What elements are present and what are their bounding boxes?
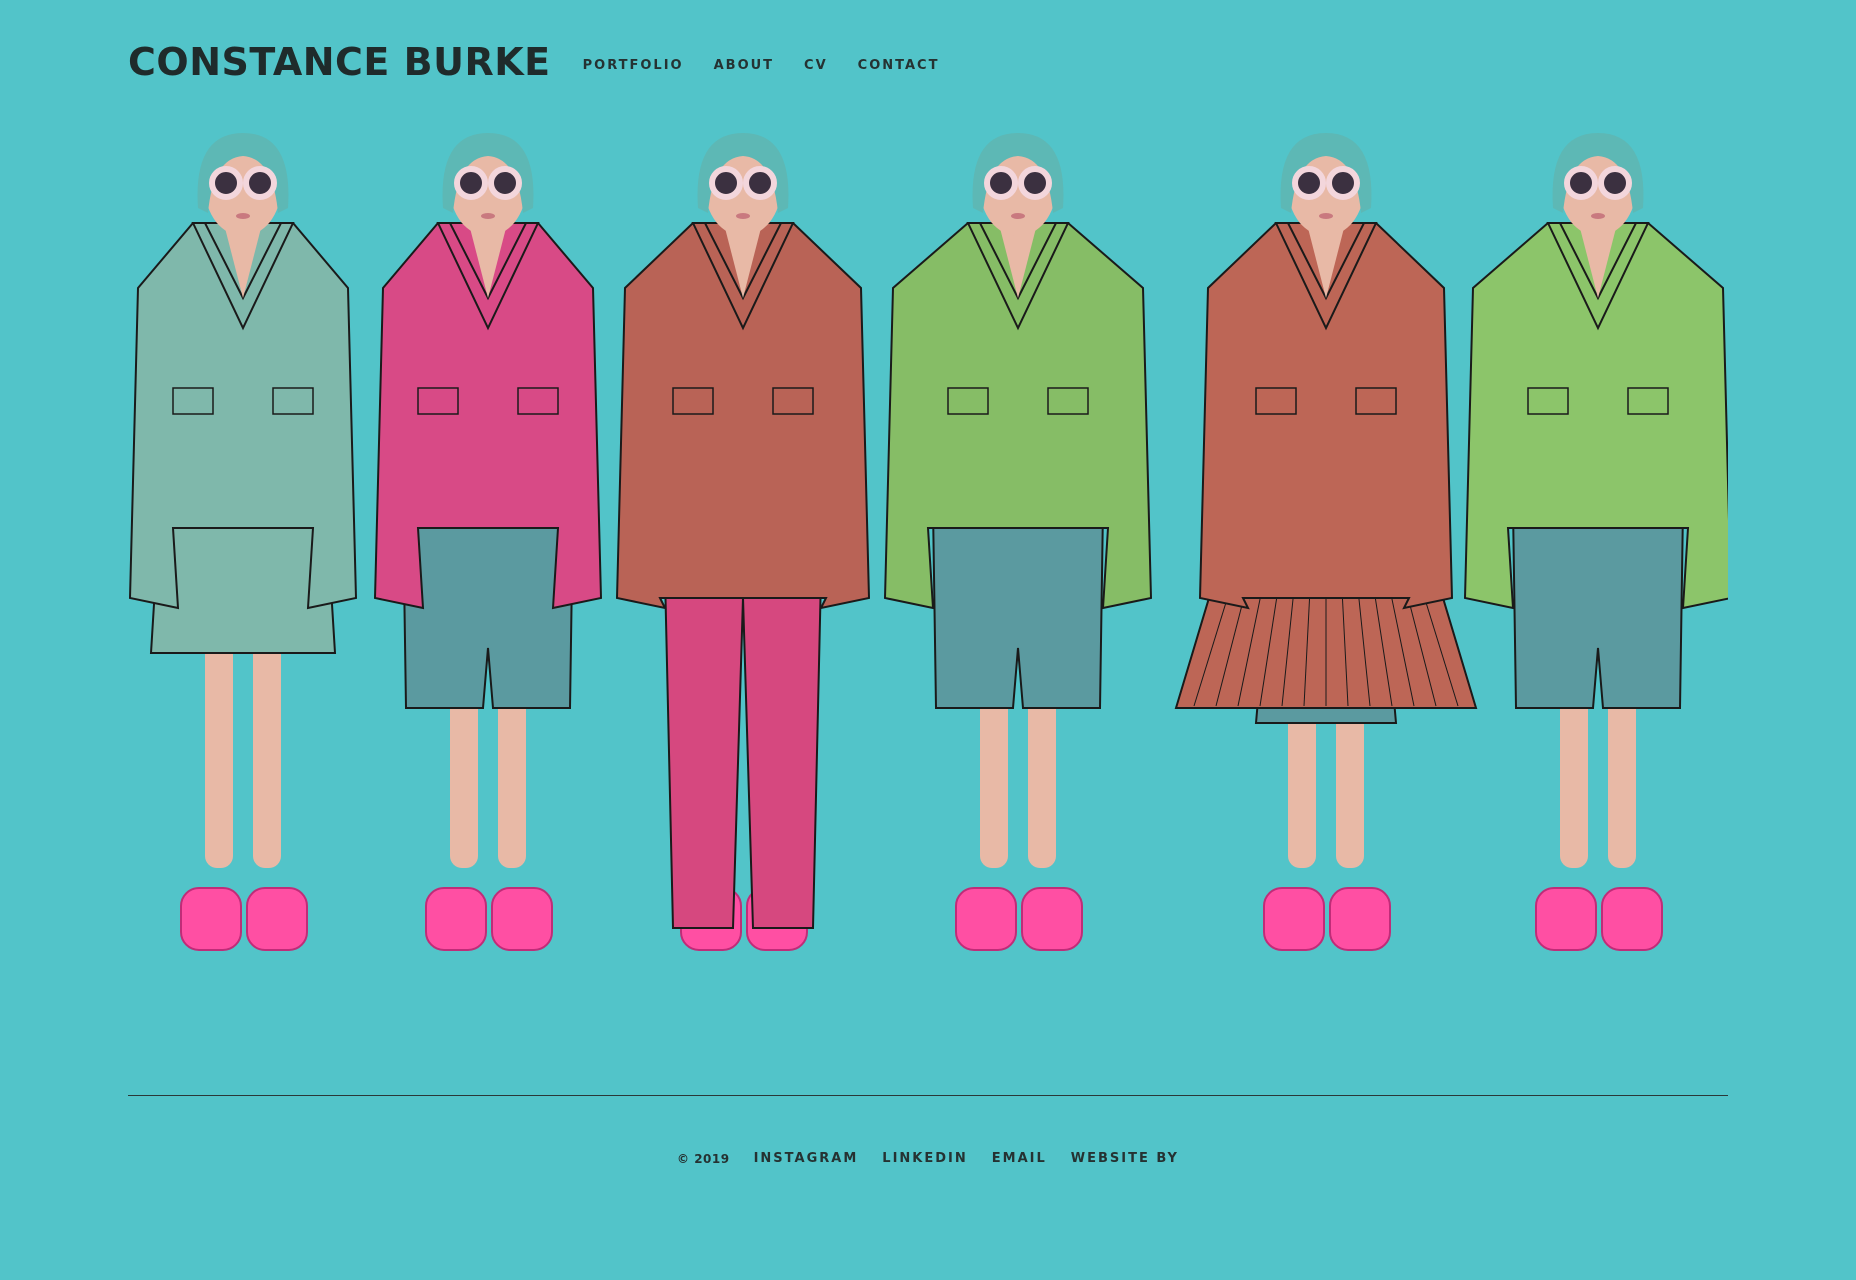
nav-cv[interactable]: CV [804, 58, 828, 73]
footer-link-email[interactable]: EMAIL [992, 1151, 1047, 1166]
nav-about[interactable]: ABOUT [714, 58, 774, 73]
figure-green-leather-jacket [883, 133, 1153, 951]
site-footer: © 2019 INSTAGRAM LINKEDIN EMAIL WEBSITE … [0, 1151, 1856, 1166]
figure-rust-pleated-dress [1174, 133, 1478, 951]
main-nav: PORTFOLIO ABOUT CV CONTACT [583, 58, 970, 79]
copyright: © 2019 [677, 1151, 730, 1166]
footer-link-website-by[interactable]: WEBSITE BY [1071, 1151, 1179, 1166]
footer-divider [128, 1095, 1728, 1096]
nav-portfolio[interactable]: PORTFOLIO [583, 58, 684, 73]
figure-rust-coat-pink-jumpsuit [615, 133, 871, 951]
footer-link-instagram[interactable]: INSTAGRAM [754, 1151, 859, 1166]
site-title[interactable]: CONSTANCE BURKE [128, 40, 551, 84]
hero-illustration [128, 128, 1728, 1038]
figure-green-leather-coat [1463, 133, 1728, 951]
figure-mint-dress [128, 133, 358, 951]
nav-contact[interactable]: CONTACT [858, 58, 940, 73]
footer-link-linkedin[interactable]: LINKEDIN [882, 1151, 967, 1166]
site-header: CONSTANCE BURKE PORTFOLIO ABOUT CV CONTA… [128, 40, 969, 84]
fashion-lineup-illustration [128, 133, 1728, 951]
figure-pink-jacket-leopard-romper [373, 133, 603, 951]
